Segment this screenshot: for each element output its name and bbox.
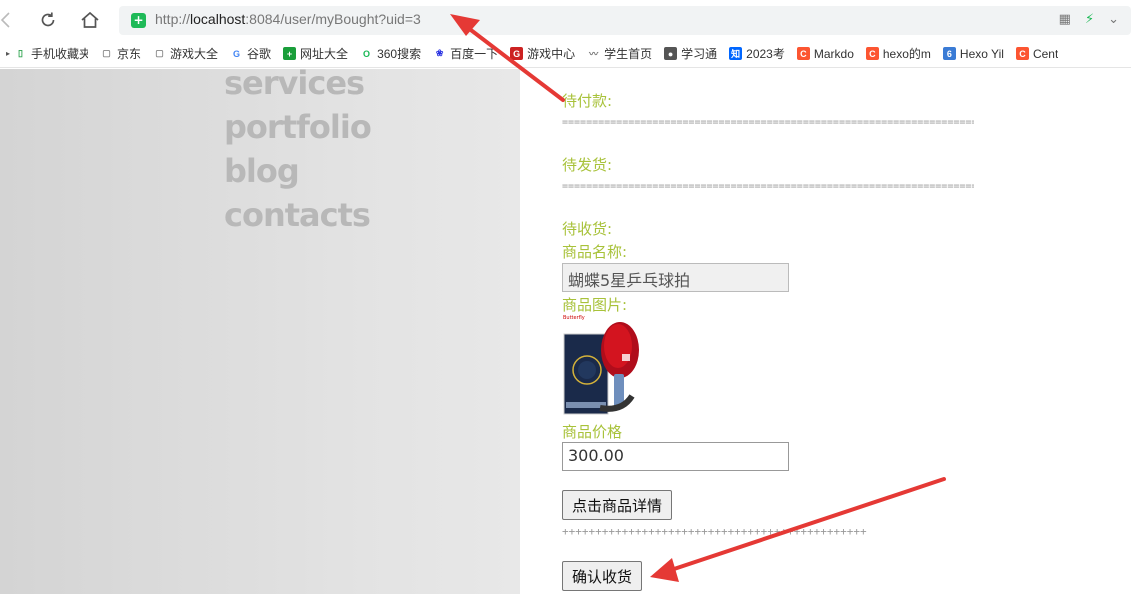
page-content: services portfolio blog contacts 待付款: ==… [0,64,1131,594]
separator-line: ========================================… [562,117,974,128]
bookmark-label: 谷歌 [247,47,272,61]
browser-toolbar: + http://localhost:8084/user/myBought?ui… [0,0,1131,40]
page-icon: ▢ [102,48,111,58]
reload-icon [41,12,55,27]
bookmark-label: 手机收藏夹 [31,47,88,61]
bookmark-item[interactable]: G 游戏中心 [510,45,575,62]
separator-line: ========================================… [562,181,974,192]
menu-item-blog[interactable]: blog [224,149,371,193]
bookmark-label: Hexo Yil [959,46,1004,61]
hexo-icon: 6 [942,47,956,60]
page-icon: ▢ [155,48,164,58]
search360-icon: O [363,48,371,59]
bookmark-label: 游戏中心 [527,47,576,61]
pending-shipment-label: 待发货: [562,156,613,174]
bookmark-item[interactable]: 6 Hexo Yil [942,46,1004,61]
zhihu-icon: 知 [729,47,743,60]
product-price-label: 商品价格 [562,423,623,441]
bookmark-item[interactable]: ▢ 京东 [100,45,141,62]
bookmark-item[interactable]: O 360搜索 [360,45,421,62]
bookmark-item[interactable]: C Cent [1015,46,1059,61]
product-price-field[interactable]: 300.00 [562,442,789,471]
csdn-icon: C [1015,47,1029,60]
bookmark-item[interactable]: Chexo的m [865,45,931,62]
bookmark-item[interactable]: ❀ 百度一下 [433,45,498,62]
product-name-field: 蝴蝶5星乒乓球拍 [562,263,789,292]
product-image: Butterfly [562,312,642,417]
bookmarks-menu-arrow-icon[interactable]: ▸ [2,49,14,58]
bookmark-label: Markdo [813,46,854,61]
url-text[interactable]: http://localhost:8084/user/myBought?uid=… [155,11,421,27]
brand-logo-text: Butterfly [563,315,585,321]
confirm-receipt-button[interactable]: 确认收货 [562,561,643,591]
qr-code-icon[interactable]: ▦ [1059,12,1071,27]
bookmark-label: 学习通 [681,47,718,61]
home-icon [81,11,99,28]
chevron-down-icon[interactable]: ⌄ [1108,12,1119,27]
menu-item-services[interactable]: services [224,61,371,105]
separator-line-plus: ++++++++++++++++++++++++++++++++++++++++… [562,525,867,538]
bookmark-item[interactable]: C Markdo [796,46,854,61]
back-button[interactable] [0,8,18,32]
bookmark-label: 学生首页 [604,47,653,61]
bookmark-item[interactable]: ▯ 手机收藏夹 [14,45,88,62]
csdn-icon: C [796,47,810,60]
bookmark-item[interactable]: + 网址大全 [283,45,348,62]
pending-receipt-label: 待收货: [562,220,613,238]
globe-icon: ● [664,47,678,60]
home-button[interactable] [78,8,102,32]
bookmark-label: 2023考 [746,47,785,61]
bookmark-item[interactable]: G 谷歌 [230,45,271,62]
lightning-icon[interactable]: ⚡ [1085,12,1094,27]
address-bar[interactable]: + http://localhost:8084/user/myBought?ui… [119,6,1131,35]
reload-button[interactable] [36,8,60,32]
bookmarks-bar: ▸ ▯ 手机收藏夹 ▢ 京东 ▢ 游戏大全 G 谷歌 + 网址大全 O 360搜索 ❀ 百度一下 G 游戏中心… [0,40,1131,68]
google-icon: G [233,48,241,59]
menu-item-portfolio[interactable]: portfolio [224,105,372,149]
wave-icon: 〰 [589,49,599,59]
csdn-icon: C [865,47,879,60]
game-center-icon: G [510,47,524,60]
bookmark-item[interactable]: 知 2023考 [729,45,785,62]
baidu-paw-icon: ❀ [435,48,444,58]
product-detail-button[interactable]: 点击商品详情 [562,490,673,520]
back-arrow-icon [0,12,10,28]
plus-icon: + [283,47,297,60]
bookmark-label: 360搜索 [377,47,422,61]
bookmark-item[interactable]: ▢ 游戏大全 [153,45,218,62]
bookmark-label: 网址大全 [300,47,349,61]
bookmark-label: 百度一下 [450,47,499,61]
phone-icon: ▯ [18,48,23,58]
secure-shield-icon: + [131,13,146,28]
pending-payment-label: 待付款: [562,92,613,110]
bookmark-item[interactable]: ● 学习通 [664,45,717,62]
menu-item-contacts[interactable]: contacts [224,193,371,237]
left-decorative-panel: services portfolio blog contacts [0,64,520,594]
bookmark-label: hexo的m [882,47,931,61]
bookmark-label: 游戏大全 [170,47,219,61]
bookmark-label: 京东 [117,47,142,61]
bookmark-item[interactable]: 〰学生首页 [587,45,652,62]
bookmark-label: Cent [1032,46,1059,61]
sidebar-menu: services portfolio blog contacts [224,61,372,237]
product-name-label: 商品名称: [562,243,628,261]
